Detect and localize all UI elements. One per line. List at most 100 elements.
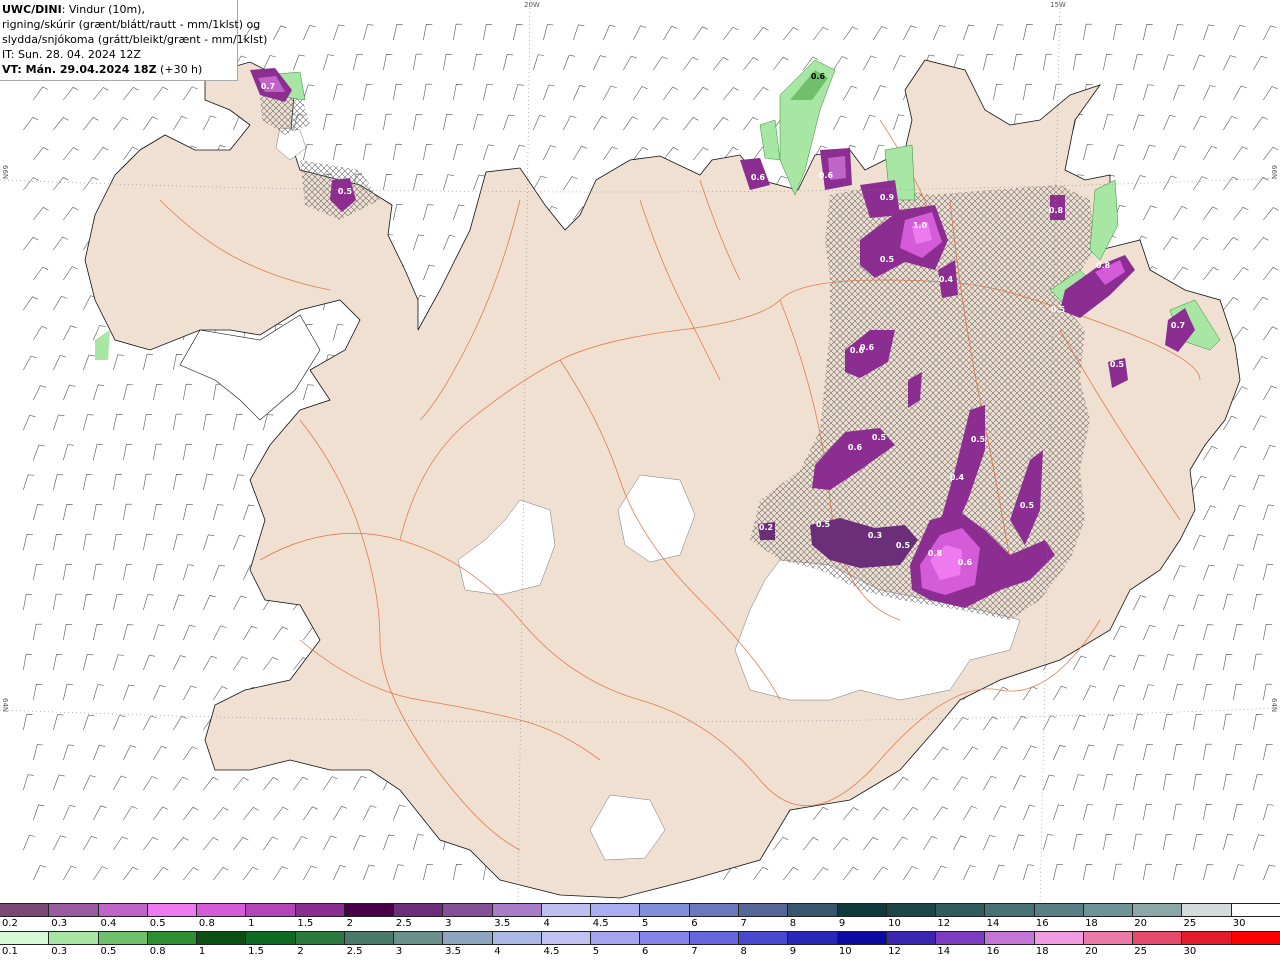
scale-label: 18 [1035,946,1049,957]
scale-label: 1 [248,918,255,929]
map-info-box: UWC/DINI: Vindur (10m), rigning/skúrir (… [0,0,267,81]
scale-label: 10 [888,918,901,929]
scale-label: 0.5 [100,946,117,957]
scale-swatch [1033,932,1083,944]
scale-label: 4 [543,918,550,929]
scale-swatch [294,932,344,944]
scale-swatch [393,932,443,944]
precip-value-label: 0.6 [860,343,875,352]
scale-label: 20 [1085,946,1098,957]
scale-label: 0.2 [2,918,18,929]
scale-swatch [442,932,492,944]
scale-label: 2 [297,946,304,957]
scale-swatch [787,932,837,944]
scale-swatch [1082,932,1133,944]
scale-swatch [836,904,886,916]
scale-swatch [1230,932,1280,944]
scale-swatch [540,932,591,944]
scale-swatch [343,904,394,916]
scale-label: 8 [789,918,797,929]
scale-label: 0.3 [51,918,68,929]
lat-label-64n-left: 64N [1,698,9,713]
precip-value-label: 0.6 [811,72,826,81]
scale-label: 30 [1183,946,1197,957]
scale-swatch [1230,904,1280,916]
scale-label: 14 [986,918,1000,929]
scale-swatch [146,904,197,916]
scale-swatch [491,932,541,944]
precip-value-label: 0.6 [958,558,973,567]
scale-swatch [0,932,49,944]
scale-swatch [1181,904,1231,916]
scale-label: 12 [888,946,901,957]
scale-label: 4.5 [543,946,560,957]
scale-swatch [491,904,541,916]
scale-label: 2.5 [395,918,412,929]
scale-label: 9 [838,918,846,929]
rain-scale-labels: 0.1 0.3 0.5 0.8 1 1.5 2 2.5 3 3.5 4 4.5 5 6 7 8 9 10 12 14 1… [0,946,1280,960]
scale-label: 8 [740,946,747,957]
scale-label: 14 [937,946,951,957]
scale-swatch [1132,932,1182,944]
precip-value-label: 0.5 [1110,360,1125,369]
scale-swatch [48,904,98,916]
scale-swatch [540,904,591,916]
scale-label: 25 [1183,918,1197,929]
precip-value-label: 0.2 [759,523,773,532]
scale-swatch [97,932,147,944]
scale-label: 9 [789,946,797,957]
scale-label: 16 [1035,918,1049,929]
precip-value-label: 0.5 [880,255,895,264]
scale-label: 12 [937,918,951,929]
scale-label: 7 [740,918,747,929]
lon-label-15w: 15W [1050,1,1066,9]
scale-label: 6 [691,918,698,929]
precip-value-label: 0.5 [816,520,831,529]
scale-swatch [885,904,936,916]
scale-swatch [196,932,246,944]
scale-swatch [1181,932,1231,944]
scale-label: 1.5 [297,918,314,929]
scale-label: 6 [642,946,649,957]
precip-value-label: 0.5 [971,435,986,444]
scale-label: 4.5 [592,918,609,929]
scale-label: 3 [395,946,403,957]
scale-swatch [294,904,344,916]
precip-value-label: 0.6 [751,173,766,182]
init-time: IT: Sun. 28. 04. 2024 12Z [2,48,141,61]
precip-value-label: 0.3 [868,531,882,540]
precip-value-label: 0.8 [1049,206,1064,215]
scale-swatch [639,904,689,916]
scale-label: 0.1 [2,946,18,957]
scale-label: 18 [1085,918,1098,929]
scale-swatch [393,904,443,916]
scale-label: 3 [445,918,452,929]
scale-label: 0.3 [51,946,68,957]
scale-swatch [1033,904,1083,916]
scale-label: 0.4 [100,918,117,929]
lat-label-66n-left: 66N [1,165,9,180]
scale-label: 7 [691,946,698,957]
precip-value-label: 0.5 [1051,305,1066,314]
scale-label: 5 [642,918,649,929]
scale-swatch [1132,904,1182,916]
snow-color-scale [0,903,1280,917]
snow-scale-labels: 0.2 0.3 0.4 0.5 0.8 1 1.5 2 2.5 3 3.5 4 4.5 5 6 7 8 9 10 12… [0,918,1280,932]
precip-value-label: 0.4 [939,275,954,284]
scale-swatch [146,932,197,944]
scale-swatch [984,932,1034,944]
precip-value-label: 1.0 [913,221,928,230]
scale-label: 2 [346,918,353,929]
scale-swatch [984,904,1034,916]
weather-map: 0.6 0.7 0.5 0.6 0.6 0.6 0.9 1.0 0.5 0.4 0.8 0.5 0.7 0… [0,0,1280,903]
scale-swatch [688,904,738,916]
scale-label: 3.5 [494,918,511,929]
scale-swatch [442,904,492,916]
scale-swatch [1082,904,1133,916]
scale-swatch [737,932,788,944]
precip-value-label: 0.5 [338,187,353,196]
precip-value-label: 0.7 [261,82,275,91]
scale-swatch [0,904,49,916]
valid-offset: (+30 h) [156,63,203,76]
precip-value-label: 0.6 [819,171,834,180]
